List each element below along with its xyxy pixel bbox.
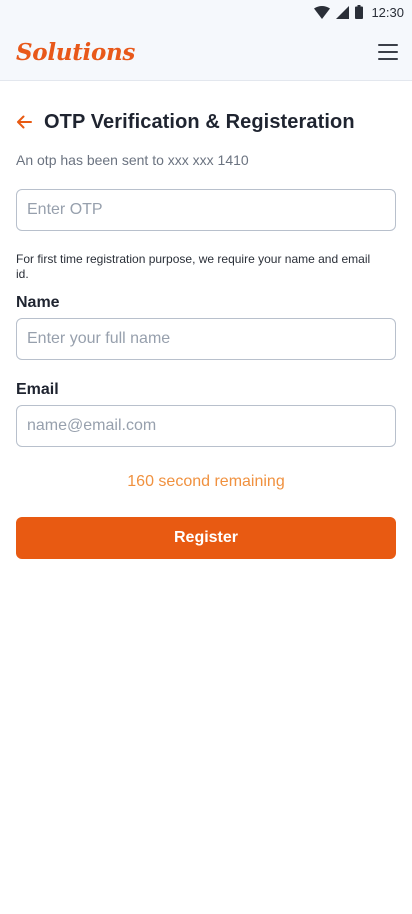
status-time: 12:30 <box>371 4 404 20</box>
page-header: OTP Verification & Registeration <box>16 108 396 136</box>
brand-logo[interactable]: Solutions <box>16 39 135 66</box>
register-button[interactable]: Register <box>16 517 396 559</box>
app-bar: Solutions <box>0 24 412 81</box>
email-label: Email <box>16 381 59 398</box>
otp-timer: 160 second remaining <box>127 473 285 490</box>
name-label: Name <box>16 294 60 311</box>
page-title: OTP Verification & Registeration <box>44 110 355 133</box>
name-input[interactable] <box>16 318 396 360</box>
registration-note: For first time registration purpose, we … <box>16 252 371 281</box>
battery-icon <box>355 5 364 19</box>
hamburger-menu-icon[interactable] <box>378 44 398 60</box>
signal-icon <box>336 5 350 19</box>
arrow-left-icon <box>17 115 32 129</box>
email-input[interactable] <box>16 405 396 447</box>
status-bar: 12:30 <box>0 0 412 24</box>
otp-sent-message: An otp has been sent to xxx xxx 1410 <box>16 152 249 168</box>
back-button[interactable] <box>16 115 32 129</box>
otp-input[interactable] <box>16 189 396 231</box>
wifi-icon <box>314 5 331 19</box>
